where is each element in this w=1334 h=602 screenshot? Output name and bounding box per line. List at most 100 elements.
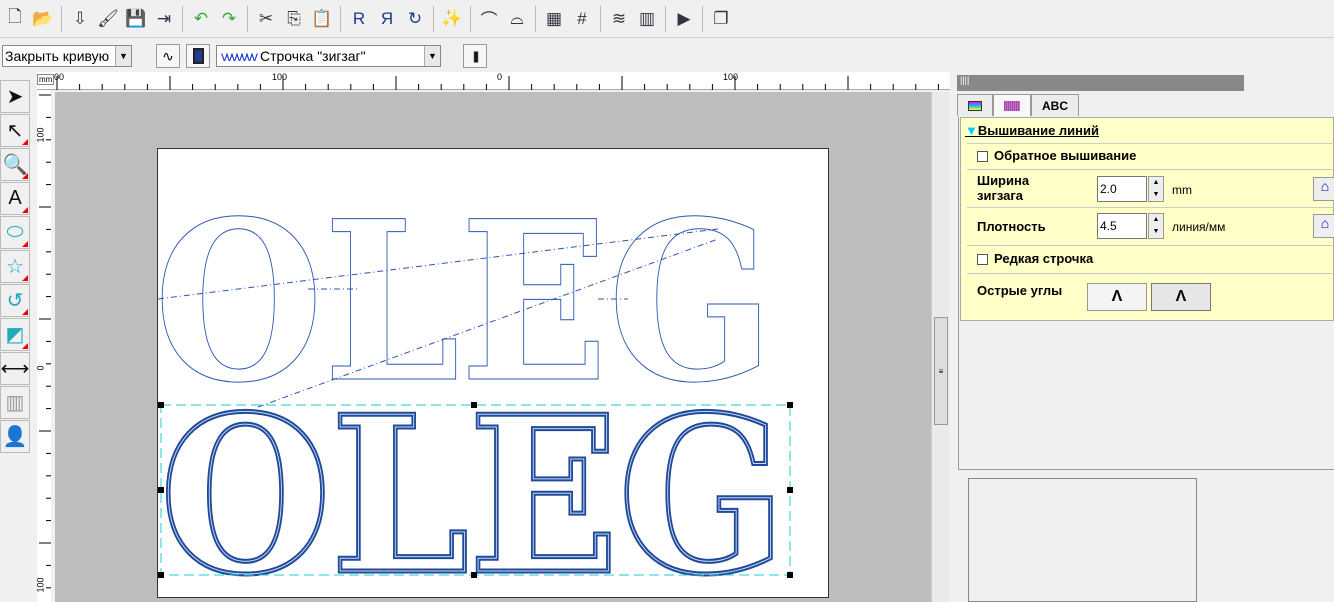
rotate-icon: ↻ xyxy=(407,8,423,28)
tab-stitch[interactable] xyxy=(993,94,1031,116)
import-button[interactable]: ⇩ xyxy=(67,6,93,32)
reverse-checkbox[interactable] xyxy=(977,151,988,163)
text-arc-up-button[interactable]: ⌓ xyxy=(504,6,530,32)
sparse-checkbox[interactable] xyxy=(977,254,988,266)
stitch-view-button[interactable]: ▦ xyxy=(541,6,567,32)
corner-icon: Λ xyxy=(1175,288,1187,305)
save-icon: 💾 xyxy=(125,8,147,28)
numbering-icon: # xyxy=(577,8,587,28)
open-button[interactable]: 📂 xyxy=(30,6,56,32)
default-width-button[interactable]: ⌂ xyxy=(1313,177,1334,201)
cut-button[interactable]: ✂ xyxy=(253,6,279,32)
width-unit: mm xyxy=(1172,183,1192,197)
stitch-pattern-icon xyxy=(1004,100,1020,111)
realistic-view-button[interactable]: ≋ xyxy=(606,6,632,32)
ruler-label: 100 xyxy=(35,127,46,143)
color-view-button[interactable]: ▥ xyxy=(634,6,660,32)
density-spinner[interactable]: ▲ ▼ xyxy=(1148,213,1164,239)
text-arc-down-button[interactable]: ⌒ xyxy=(476,6,502,32)
shapes-tool[interactable]: ⬭ xyxy=(0,216,30,249)
main-toolbar: 🗋 📂 ⇩ 🖌 💾 ⇥ ↶ ↷ ✂ ⎘ 📋 R Я ↻ ✨ ⌒ ⌓ ▦ # ≋ ▥ ▶ ❐ xyxy=(0,0,1334,38)
hoop-page[interactable]: OLEG OLEG OLEG xyxy=(157,148,829,599)
home-icon: ⌂ xyxy=(1320,178,1330,194)
panel-divider xyxy=(958,117,960,470)
redo-icon: ↷ xyxy=(221,8,237,28)
applique-icon: ◩ xyxy=(5,324,25,346)
text-icon: A xyxy=(8,187,22,209)
scrollbar-thumb[interactable]: ≡ xyxy=(934,317,948,425)
open-icon: 📂 xyxy=(32,8,54,28)
window-button[interactable]: ❐ xyxy=(708,6,734,32)
vertical-scrollbar[interactable]: ≡ xyxy=(931,92,949,602)
heart-star-icon: ☆ xyxy=(6,256,24,278)
density-unit: линия/мм xyxy=(1172,220,1226,234)
panel-grip[interactable]: |||| xyxy=(957,75,1244,91)
paste-button[interactable]: 📋 xyxy=(309,6,335,32)
undo-button[interactable]: ↶ xyxy=(188,6,214,32)
measure-tool[interactable]: ⟷ xyxy=(0,352,30,385)
zoom-icon: 🔍 xyxy=(2,154,28,176)
ruler-label: 100 xyxy=(35,577,46,593)
wizard-button[interactable]: ✨ xyxy=(439,6,465,32)
mirror-horizontal-button[interactable]: R xyxy=(346,6,372,32)
applique-tool[interactable]: ◩ xyxy=(0,318,30,351)
sparse-label: Редкая строчка xyxy=(994,251,1094,266)
cut-icon: ✂ xyxy=(258,8,274,28)
copy-button[interactable]: ⎘ xyxy=(281,6,307,32)
sharp-corners-on-button[interactable]: Λ xyxy=(1087,283,1147,311)
line-stitch-section: ▼Вышивание линий Обратное вышивание Шири… xyxy=(960,117,1334,321)
zigzag-width-input[interactable] xyxy=(1097,176,1147,202)
tab-thread-colors[interactable] xyxy=(957,94,993,116)
design-canvas[interactable]: OLEG OLEG OLEG xyxy=(55,92,931,602)
portrait-tool[interactable]: 👤 xyxy=(0,420,30,453)
chevron-down-icon[interactable]: ▼ xyxy=(115,46,131,66)
stitch-settings-button[interactable]: |||| xyxy=(463,44,487,68)
select-arrow-tool[interactable]: ➤ xyxy=(0,80,30,113)
width-spinner[interactable]: ▲ ▼ xyxy=(1148,176,1164,202)
import-image-icon: 🖌 xyxy=(97,8,119,28)
thread-color-button[interactable] xyxy=(186,44,210,68)
import-image-button[interactable]: 🖌 xyxy=(95,6,121,32)
default-density-button[interactable]: ⌂ xyxy=(1313,214,1334,238)
zoom-tool[interactable]: 🔍 xyxy=(0,148,30,181)
export-icon: ⇥ xyxy=(156,8,172,28)
home-icon: ⌂ xyxy=(1320,215,1330,231)
curve-icon: ∿ xyxy=(162,47,174,64)
close-curve-select[interactable]: Закрыть кривую ▼ xyxy=(2,45,132,67)
save-button[interactable]: 💾 xyxy=(123,6,149,32)
ruler-label: 100 xyxy=(272,72,288,82)
redo-button[interactable]: ↷ xyxy=(216,6,242,32)
undo-icon: ↶ xyxy=(193,8,209,28)
corners-row: Острые углы Λ Λ xyxy=(967,273,1334,320)
ruler-label: 0 xyxy=(497,72,503,82)
stitch-simulator-button[interactable]: ▶ xyxy=(671,6,697,32)
stitch-simulator-icon: ▶ xyxy=(677,8,691,28)
section-header[interactable]: ▼Вышивание линий xyxy=(965,123,1099,138)
import-icon: ⇩ xyxy=(72,8,88,28)
text-tool[interactable]: A xyxy=(0,182,30,215)
tab-text[interactable]: ABC xyxy=(1031,94,1079,116)
preview-box xyxy=(968,478,1197,602)
horizontal-ruler: mm 00 100 0 100 xyxy=(37,72,950,90)
measure-icon: ⟷ xyxy=(0,358,30,380)
curve-button[interactable]: ∿ xyxy=(156,44,180,68)
chevron-down-icon[interactable]: ▼ xyxy=(424,46,440,66)
edit-points-tool[interactable]: ↖ xyxy=(0,114,30,147)
ruler-label: 0 xyxy=(35,365,46,371)
density-label: Плотность xyxy=(977,219,1046,234)
mirror-vertical-button[interactable]: Я xyxy=(374,6,400,32)
stitch-type-select[interactable]: vvvvvvv Строчка "зигзаг" ▼ xyxy=(216,45,441,67)
stitch-type-value: Строчка "зигзаг" xyxy=(260,48,366,64)
paste-icon: 📋 xyxy=(311,8,333,28)
numbering-button[interactable]: # xyxy=(569,6,595,32)
freeform-tool[interactable]: ↺ xyxy=(0,284,30,317)
sharp-corners-off-button[interactable]: Λ xyxy=(1151,283,1211,311)
color-view-icon: ▥ xyxy=(638,8,656,28)
rotate-button[interactable]: ↻ xyxy=(402,6,428,32)
heart-star-tool[interactable]: ☆ xyxy=(0,250,30,283)
corners-label: Острые углы xyxy=(977,283,1063,298)
density-input[interactable] xyxy=(1097,213,1147,239)
new-button[interactable]: 🗋 xyxy=(2,6,28,32)
export-button[interactable]: ⇥ xyxy=(151,6,177,32)
stitch-tool[interactable]: ▥ xyxy=(0,386,30,419)
